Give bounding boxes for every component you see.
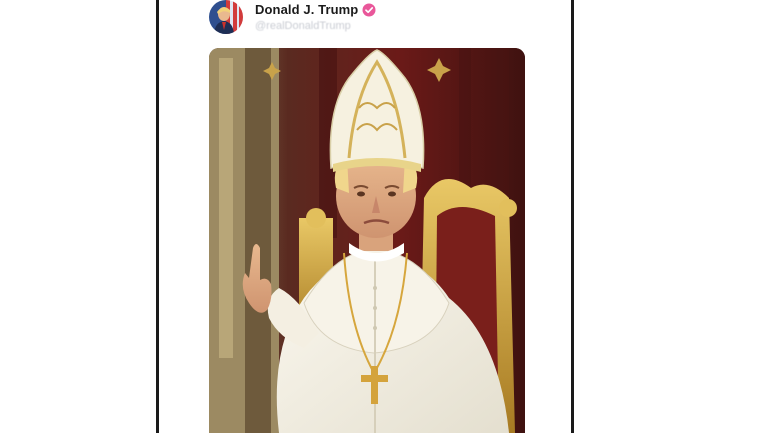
author-handle[interactable]: @realDonaldTrump (255, 20, 351, 32)
post-card[interactable]: Donald J. Trump @realDonaldTrump (156, 0, 574, 433)
post-header: Donald J. Trump @realDonaldTrump (209, 0, 539, 40)
post-image[interactable] (209, 48, 525, 433)
pope-portrait-image (209, 48, 525, 433)
profile-avatar-icon (209, 0, 243, 34)
page: Donald J. Trump @realDonaldTrump (0, 0, 770, 433)
display-name-row: Donald J. Trump (255, 2, 376, 17)
verified-badge-icon (362, 3, 376, 17)
avatar[interactable] (209, 0, 243, 34)
display-name[interactable]: Donald J. Trump (255, 2, 358, 17)
